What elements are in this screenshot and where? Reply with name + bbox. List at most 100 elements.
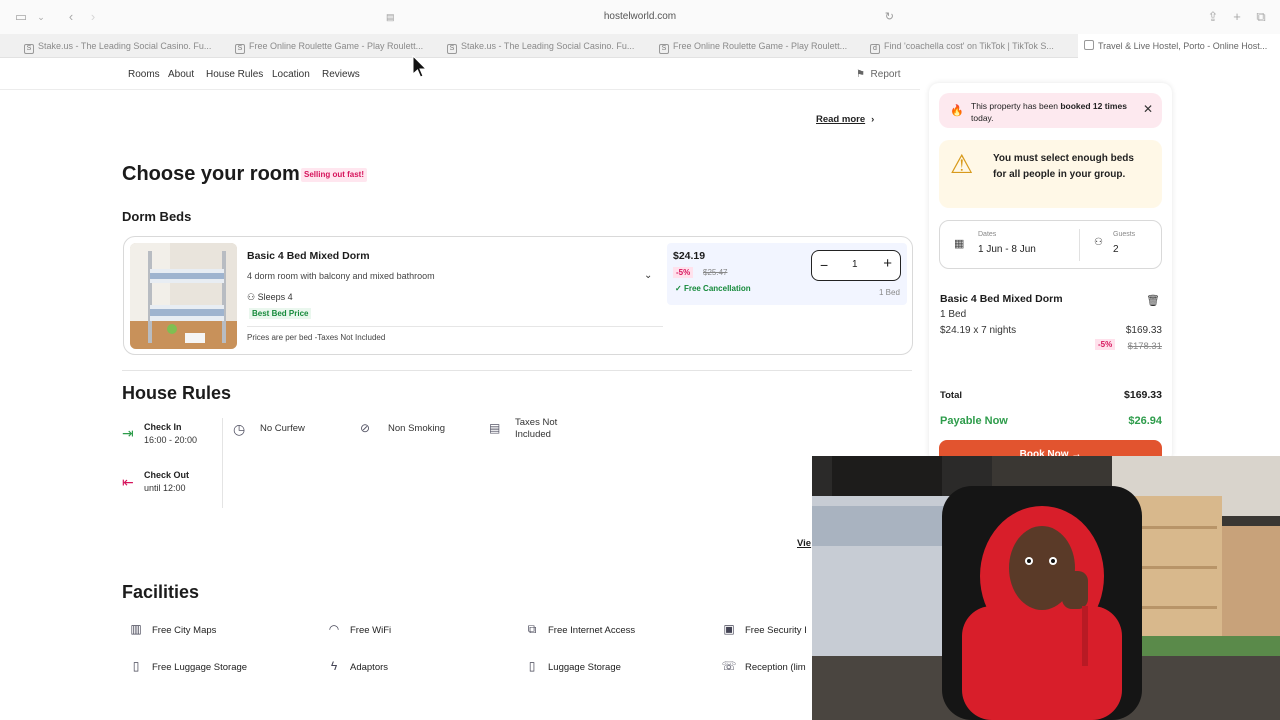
forward-icon[interactable]: › <box>84 9 102 25</box>
s-favicon-icon: S <box>447 44 457 54</box>
chevron-down-icon[interactable]: ⌄ <box>32 9 50 25</box>
facility-item: ◠ Free WiFi <box>326 622 391 636</box>
s-favicon-icon: S <box>235 44 245 54</box>
payable-now-value: $26.94 <box>1128 415 1162 427</box>
room-sleeps: ⚇ Sleeps 4 <box>247 292 293 302</box>
new-tab-icon[interactable]: + <box>1228 9 1246 25</box>
trash-icon[interactable]: 🗑 <box>1146 294 1160 307</box>
address-bar[interactable]: ▤ hostelworld.com ↻ <box>380 7 900 27</box>
dorm-beds-heading: Dorm Beds <box>122 209 192 224</box>
clock-icon: ◷ <box>233 421 246 437</box>
sidebar-toggle-icon[interactable]: ▭ <box>12 9 30 25</box>
plug-icon: ϟ <box>330 659 338 673</box>
nav-reviews[interactable]: Reviews <box>322 69 360 80</box>
luggage-icon: ▯ <box>528 659 536 673</box>
flag-icon: ⚑ <box>856 69 865 80</box>
minus-icon[interactable]: − <box>820 257 828 273</box>
quantity-stepper[interactable]: − 1 + <box>811 250 901 281</box>
share-icon[interactable]: ⇪ <box>1204 9 1222 25</box>
check-out-icon: ⇤ <box>122 474 134 490</box>
facility-item: ⧉ Free Internet Access <box>524 622 635 637</box>
facility-item: ▯ Free Luggage Storage <box>128 659 247 673</box>
divider <box>247 326 663 327</box>
chevron-right-icon: › <box>871 114 875 125</box>
webcam-image <box>812 456 1280 720</box>
guests-label: Guests <box>1113 231 1136 238</box>
free-cancellation: ✓ Free Cancellation <box>675 284 751 293</box>
bunk-bed-photo <box>130 243 237 349</box>
summary-discount-badge: -5% <box>1095 339 1116 350</box>
dates-guests-picker[interactable]: ▦ Dates 1 Jun - 8 Jun ⚇ Guests 2 <box>939 220 1162 269</box>
summary-rate: $24.19 x 7 nights <box>940 325 1017 336</box>
nav-rooms[interactable]: Rooms <box>128 69 160 80</box>
browser-tab-active[interactable]: Travel & Live Hostel, Porto - Online Hos… <box>1078 34 1280 58</box>
webcam-overlay <box>812 456 1280 720</box>
browser-tab[interactable]: S Stake.us - The Leading Social Casino. F… <box>447 34 642 58</box>
check-icon: ✓ <box>675 284 682 293</box>
divider <box>122 370 912 371</box>
page-favicon-icon <box>1084 40 1094 50</box>
check-out-time: until 12:00 <box>144 483 186 493</box>
nav-house-rules[interactable]: House Rules <box>206 69 263 80</box>
reload-icon[interactable]: ↻ <box>885 7 894 27</box>
total-label: Total <box>940 390 962 401</box>
guests-value[interactable]: 2 <box>1113 244 1119 255</box>
room-title[interactable]: Basic 4 Bed Mixed Dorm <box>247 250 370 262</box>
dates-value[interactable]: 1 Jun - 8 Jun <box>978 244 1036 255</box>
best-price-badge: Best Bed Price <box>249 308 312 319</box>
browser-tab[interactable]: S Free Online Roulette Game - Play Roulet… <box>235 34 430 58</box>
back-icon[interactable]: ‹ <box>62 9 80 25</box>
summary-room-title: Basic 4 Bed Mixed Dorm <box>940 293 1063 305</box>
tab-overview-icon[interactable]: ⧉ <box>1252 9 1270 25</box>
no-smoking-icon: ⊘ <box>360 421 371 435</box>
bed-count: 1 Bed <box>879 288 900 297</box>
internet-icon: ⧉ <box>527 622 537 636</box>
old-price: $25.47 <box>703 268 728 277</box>
non-smoking: Non Smoking <box>388 423 446 434</box>
close-icon[interactable]: ✕ <box>1143 102 1153 116</box>
total-value: $169.33 <box>1124 389 1162 401</box>
divider <box>222 418 223 508</box>
warning-icon: ⚠ <box>950 149 974 179</box>
mouse-cursor-icon <box>412 55 428 78</box>
check-out-title: Check Out <box>144 470 190 480</box>
nav-location[interactable]: Location <box>272 69 310 80</box>
view-all-link[interactable]: Vie <box>797 538 811 549</box>
report-link[interactable]: ⚑ Report <box>856 69 901 80</box>
tab-bar: S Stake.us - The Leading Social Casino. F… <box>0 34 1280 58</box>
map-icon: ▥ <box>130 622 142 636</box>
choose-room-heading: Choose your room <box>122 163 300 185</box>
room-price: $24.19 <box>673 250 706 262</box>
receipt-icon: ▤ <box>489 421 501 435</box>
browser-tab[interactable]: S Free Online Roulette Game - Play Roulet… <box>659 34 854 58</box>
room-card: Basic 4 Bed Mixed Dorm 4 dorm room with … <box>123 236 913 355</box>
room-photo[interactable] <box>130 243 237 349</box>
browser-toolbar: ▭ ⌄ ‹ › ▤ hostelworld.com ↻ ⇪ + ⧉ <box>0 0 1280 34</box>
facilities-heading: Facilities <box>122 582 200 602</box>
browser-tab[interactable]: d Find 'coachella cost' on TikTok | TikTo… <box>870 34 1065 58</box>
luggage-icon: ▯ <box>132 659 140 673</box>
check-in-title: Check In <box>144 422 182 432</box>
s-favicon-icon: S <box>659 44 669 54</box>
plus-icon[interactable]: + <box>883 256 892 272</box>
warning-alert: ⚠ You must select enough beds for all pe… <box>939 140 1162 208</box>
room-description: 4 dorm room with balcony and mixed bathr… <box>247 271 435 281</box>
read-more-link[interactable]: Read more › <box>816 114 874 125</box>
payable-now-label: Payable Now <box>940 415 1008 427</box>
browser-tab[interactable]: S Stake.us - The Leading Social Casino. F… <box>24 34 219 58</box>
facility-item: ϟ Adaptors <box>326 659 388 673</box>
person-icon: ⚇ <box>247 292 256 302</box>
dates-label: Dates <box>978 231 997 238</box>
facility-item: ☏ Reception (lim <box>721 659 806 673</box>
page-icon: ▤ <box>386 12 395 22</box>
facility-item: ▯ Luggage Storage <box>524 659 621 673</box>
reception-icon: ☏ <box>721 659 737 673</box>
booked-alert-text: This property has been booked 12 times t… <box>971 101 1127 123</box>
lock-icon: ▣ <box>723 622 735 636</box>
taxes-not-included: Taxes Not Included <box>515 417 558 440</box>
house-rules-heading: House Rules <box>122 383 232 403</box>
nav-about[interactable]: About <box>168 69 194 80</box>
tiktok-favicon-icon: d <box>870 44 880 54</box>
guests-icon: ⚇ <box>1094 237 1103 248</box>
chevron-down-icon[interactable]: ⌄ <box>644 270 652 281</box>
